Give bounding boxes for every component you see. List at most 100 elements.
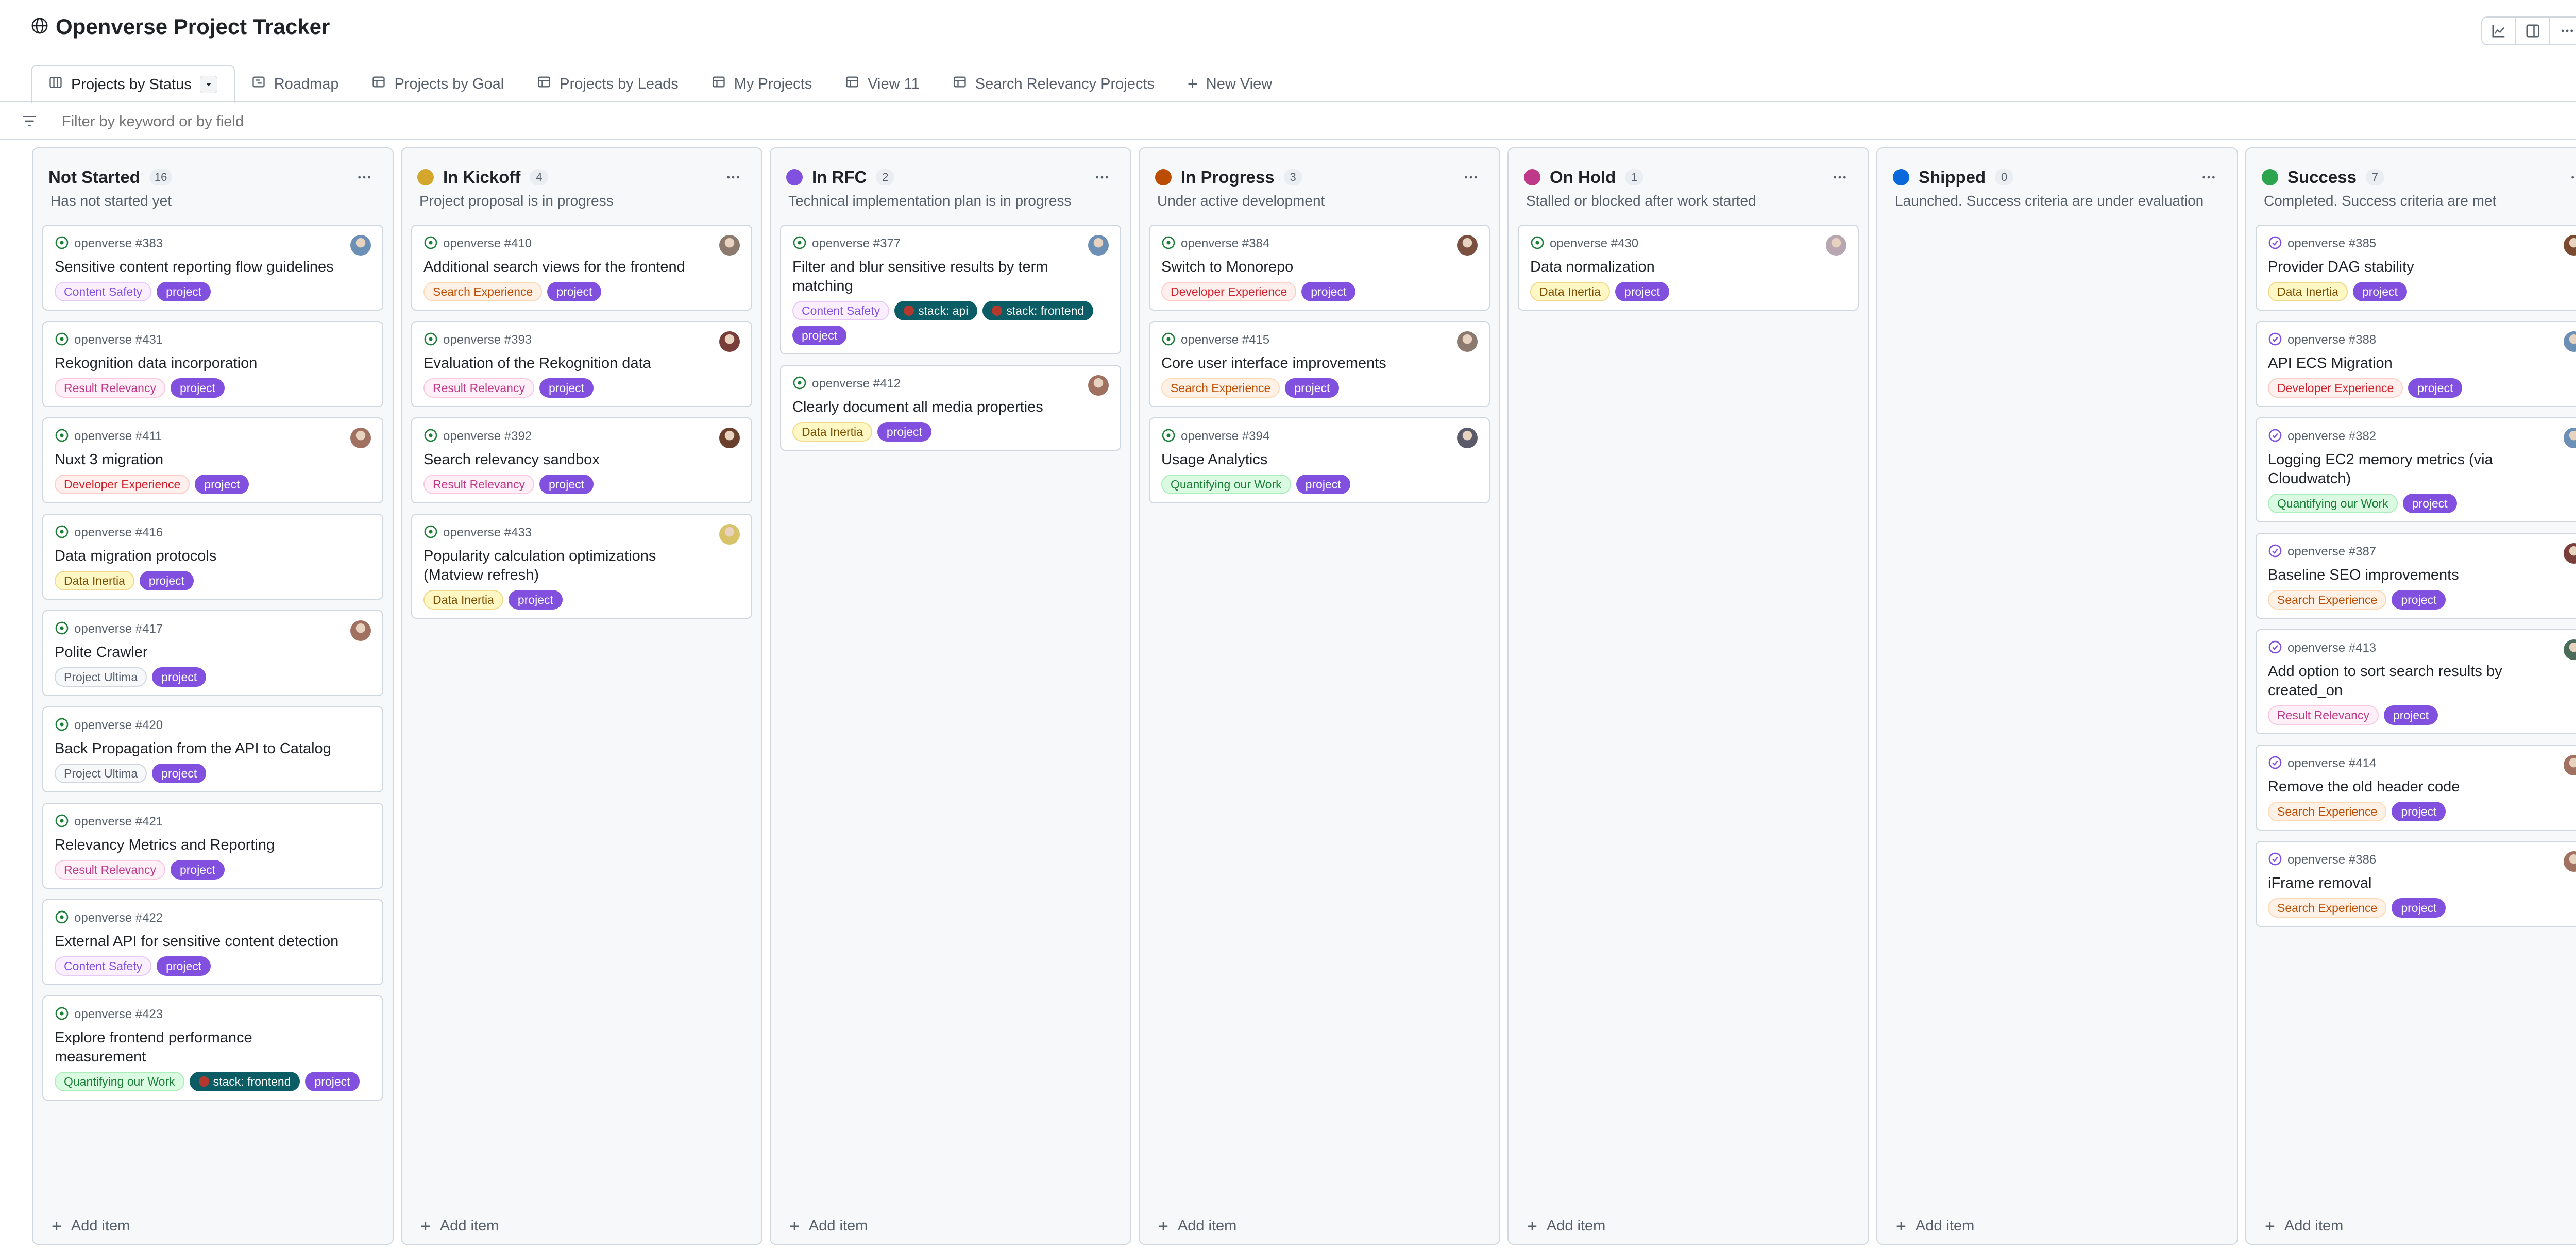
label-project[interactable]: project bbox=[2392, 898, 2446, 918]
project-card[interactable]: openverse #384 Switch to Monorepo Develope… bbox=[1149, 225, 1490, 311]
add-item-button[interactable]: + Add item bbox=[1158, 1218, 1236, 1235]
project-card[interactable]: openverse #393 Evaluation of the Rekognit… bbox=[411, 321, 752, 407]
tab-projects-by-status[interactable]: Projects by Status bbox=[31, 65, 235, 103]
project-card[interactable]: openverse #433 Popularity calculation opt… bbox=[411, 514, 752, 619]
project-card[interactable]: openverse #416 Data migration protocols Da… bbox=[42, 514, 383, 600]
project-card[interactable]: openverse #421 Relevancy Metrics and Repo… bbox=[42, 803, 383, 889]
project-card[interactable]: openverse #422 External API for sensitive… bbox=[42, 899, 383, 985]
label-project[interactable]: project bbox=[539, 475, 594, 494]
label-project[interactable]: project bbox=[2352, 282, 2407, 301]
project-card[interactable]: openverse #385 Provider DAG stability Data… bbox=[2256, 225, 2576, 311]
project-card[interactable]: openverse #415 Core user interface improv… bbox=[1149, 321, 1490, 407]
label-safety[interactable]: Content Safety bbox=[55, 282, 152, 301]
label-project[interactable]: project bbox=[305, 1072, 360, 1091]
label-inertia[interactable]: Data Inertia bbox=[55, 571, 134, 590]
tab-my-projects[interactable]: My Projects bbox=[695, 66, 828, 102]
label-project[interactable]: project bbox=[1296, 475, 1350, 494]
label-relevancy[interactable]: Result Relevancy bbox=[423, 475, 534, 494]
label-project[interactable]: project bbox=[2392, 802, 2446, 821]
tab-projects-by-goal[interactable]: Projects by Goal bbox=[355, 66, 520, 102]
assignee-avatar[interactable] bbox=[719, 235, 740, 256]
label-project[interactable]: project bbox=[2402, 494, 2457, 513]
label-devx[interactable]: Developer Experience bbox=[2268, 378, 2403, 398]
label-quant[interactable]: Quantifying our Work bbox=[2268, 494, 2398, 513]
label-devx[interactable]: Developer Experience bbox=[1161, 282, 1297, 301]
project-card[interactable]: openverse #410 Additional search views fo… bbox=[411, 225, 752, 311]
card-title[interactable]: Evaluation of the Rekognition data bbox=[423, 354, 740, 373]
label-project[interactable]: project bbox=[1285, 378, 1340, 398]
label-project[interactable]: project bbox=[792, 326, 847, 345]
card-title[interactable]: Data migration protocols bbox=[55, 547, 371, 566]
label-project[interactable]: project bbox=[2392, 590, 2446, 610]
card-title[interactable]: Add option to sort search results by cre… bbox=[2268, 662, 2576, 700]
card-title[interactable]: Nuxt 3 migration bbox=[55, 450, 371, 469]
label-search[interactable]: Search Experience bbox=[2268, 590, 2387, 610]
column-menu-icon[interactable] bbox=[2565, 168, 2576, 187]
label-search[interactable]: Search Experience bbox=[2268, 802, 2387, 821]
label-project[interactable]: project bbox=[139, 571, 194, 590]
view-options-caret-icon[interactable] bbox=[199, 76, 217, 93]
assignee-avatar[interactable] bbox=[719, 524, 740, 545]
card-title[interactable]: Rekognition data incorporation bbox=[55, 354, 371, 373]
assignee-avatar[interactable] bbox=[350, 428, 371, 448]
add-item-button[interactable]: + Add item bbox=[52, 1218, 130, 1235]
label-project[interactable]: project bbox=[2383, 705, 2438, 725]
label-inertia[interactable]: Data Inertia bbox=[1530, 282, 1610, 301]
label-project[interactable]: project bbox=[195, 475, 249, 494]
label-project[interactable]: project bbox=[547, 282, 602, 301]
card-title[interactable]: Polite Crawler bbox=[55, 643, 371, 662]
project-card[interactable]: openverse #388 API ECS Migration Developer… bbox=[2256, 321, 2576, 407]
project-card[interactable]: openverse #423 Explore frontend performan… bbox=[42, 995, 383, 1101]
tab-projects-by-leads[interactable]: Projects by Leads bbox=[520, 66, 695, 102]
label-project[interactable]: project bbox=[1615, 282, 1669, 301]
card-title[interactable]: Data normalization bbox=[1530, 258, 1846, 277]
project-card[interactable]: openverse #382 Logging EC2 memory metrics… bbox=[2256, 417, 2576, 522]
column-menu-icon[interactable] bbox=[720, 168, 746, 187]
tab-search-relevancy-projects[interactable]: Search Relevancy Projects bbox=[936, 66, 1171, 102]
card-title[interactable]: Core user interface improvements bbox=[1161, 354, 1478, 373]
label-safety[interactable]: Content Safety bbox=[792, 301, 890, 320]
project-card[interactable]: openverse #387 Baseline SEO improvements S… bbox=[2256, 533, 2576, 619]
project-card[interactable]: openverse #420 Back Propagation from the … bbox=[42, 706, 383, 792]
card-title[interactable]: Popularity calculation optimizations (Ma… bbox=[423, 547, 740, 585]
project-card[interactable]: openverse #417 Polite Crawler Project Ulti… bbox=[42, 610, 383, 696]
card-title[interactable]: Filter and blur sensitive results by ter… bbox=[792, 258, 1109, 296]
label-ultima[interactable]: Project Ultima bbox=[55, 764, 147, 783]
assignee-avatar[interactable] bbox=[1457, 235, 1478, 256]
card-title[interactable]: Provider DAG stability bbox=[2268, 258, 2576, 277]
assignee-avatar[interactable] bbox=[1457, 428, 1478, 448]
project-card[interactable]: openverse #392 Search relevancy sandbox Re… bbox=[411, 417, 752, 503]
card-title[interactable]: API ECS Migration bbox=[2268, 354, 2576, 373]
label-quant[interactable]: Quantifying our Work bbox=[55, 1072, 184, 1091]
label-relevancy[interactable]: Result Relevancy bbox=[2268, 705, 2379, 725]
assignee-avatar[interactable] bbox=[719, 331, 740, 352]
assignee-avatar[interactable] bbox=[1088, 375, 1109, 396]
label-project[interactable]: project bbox=[170, 378, 225, 398]
label-project[interactable]: project bbox=[508, 590, 563, 610]
label-quant[interactable]: Quantifying our Work bbox=[1161, 475, 1291, 494]
add-item-button[interactable]: + Add item bbox=[789, 1218, 868, 1235]
column-menu-icon[interactable] bbox=[1458, 168, 1484, 187]
label-stack[interactable]: stack: frontend bbox=[189, 1072, 300, 1091]
more-options-button[interactable] bbox=[2550, 18, 2576, 44]
filter-input[interactable] bbox=[62, 111, 835, 132]
label-search[interactable]: Search Experience bbox=[423, 282, 543, 301]
label-inertia[interactable]: Data Inertia bbox=[792, 422, 872, 442]
tab-view-11[interactable]: View 11 bbox=[828, 66, 936, 102]
project-card[interactable]: openverse #431 Rekognition data incorpora… bbox=[42, 321, 383, 407]
card-title[interactable]: Remove the old header code bbox=[2268, 778, 2576, 797]
card-title[interactable]: Usage Analytics bbox=[1161, 450, 1478, 469]
insights-button[interactable] bbox=[2482, 18, 2516, 44]
card-title[interactable]: Sensitive content reporting flow guideli… bbox=[55, 258, 371, 277]
tab-roadmap[interactable]: Roadmap bbox=[235, 66, 355, 102]
project-card[interactable]: openverse #411 Nuxt 3 migration Developer … bbox=[42, 417, 383, 503]
card-title[interactable]: Search relevancy sandbox bbox=[423, 450, 740, 469]
project-card[interactable]: openverse #377 Filter and blur sensitive … bbox=[780, 225, 1121, 354]
assignee-avatar[interactable] bbox=[1826, 235, 1846, 256]
label-safety[interactable]: Content Safety bbox=[55, 956, 152, 976]
add-item-button[interactable]: + Add item bbox=[1896, 1218, 1974, 1235]
card-title[interactable]: Logging EC2 memory metrics (via Cloudwat… bbox=[2268, 450, 2576, 488]
column-menu-icon[interactable] bbox=[1089, 168, 1115, 187]
label-relevancy[interactable]: Result Relevancy bbox=[55, 860, 165, 880]
card-title[interactable]: Explore frontend performance measurement bbox=[55, 1028, 371, 1067]
